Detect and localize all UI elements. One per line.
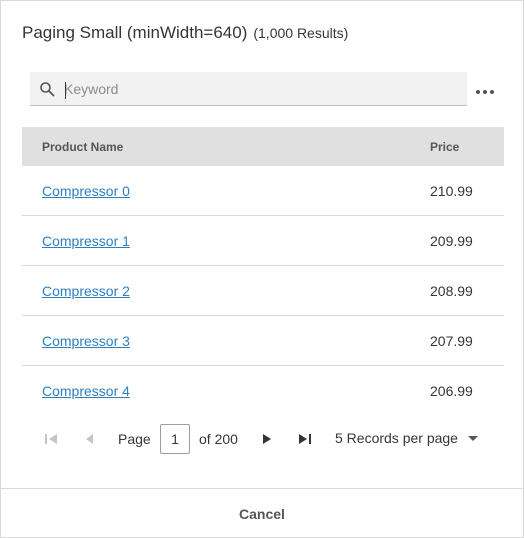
pagination: Page of 200 5 Records per page (41, 424, 481, 454)
search-bar (30, 72, 467, 106)
previous-page-button[interactable] (81, 431, 97, 447)
result-count: (1,000 Results) (253, 25, 349, 41)
table-row: Compressor 1 209.99 (22, 216, 504, 266)
product-price: 210.99 (430, 182, 473, 199)
records-per-page-select[interactable]: 5 Records per page (335, 430, 478, 446)
product-link[interactable]: Compressor 2 (42, 283, 130, 299)
table-row: Compressor 3 207.99 (22, 316, 504, 366)
product-link[interactable]: Compressor 4 (42, 383, 130, 399)
dialog-title: Paging Small (minWidth=640) (22, 23, 248, 42)
text-cursor (65, 82, 66, 99)
search-icon (30, 72, 64, 106)
dialog: Paging Small (minWidth=640) (1,000 Resul… (0, 0, 524, 538)
table-row: Compressor 0 210.99 (22, 166, 504, 216)
table-row: Compressor 4 206.99 (22, 366, 504, 416)
page-label: Page (118, 431, 151, 447)
product-table: Product Name Price Compressor 0 210.99 C… (22, 127, 504, 416)
page-number-input[interactable] (160, 424, 190, 454)
first-page-button[interactable] (43, 431, 59, 447)
product-price: 208.99 (430, 282, 473, 299)
column-header-product-name[interactable]: Product Name (42, 140, 123, 154)
table-row: Compressor 2 208.99 (22, 266, 504, 316)
first-page-icon (45, 434, 57, 444)
next-page-button[interactable] (259, 431, 275, 447)
product-price: 209.99 (430, 232, 473, 249)
previous-page-icon (86, 434, 93, 444)
total-pages-label: of 200 (199, 431, 238, 447)
last-page-icon (299, 434, 311, 444)
more-dot (490, 90, 494, 94)
records-per-page-label: 5 Records per page (335, 430, 458, 446)
more-options-button[interactable] (471, 81, 499, 103)
dialog-footer: Cancel (1, 488, 523, 538)
last-page-button[interactable] (297, 431, 313, 447)
more-dot (483, 90, 487, 94)
more-horizontal-icon (476, 90, 480, 94)
table-header: Product Name Price (22, 127, 504, 166)
product-link[interactable]: Compressor 3 (42, 333, 130, 349)
product-price: 207.99 (430, 332, 473, 349)
column-header-price[interactable]: Price (430, 140, 459, 154)
product-price: 206.99 (430, 383, 473, 399)
product-link[interactable]: Compressor 0 (42, 183, 130, 199)
dialog-header: Paging Small (minWidth=640) (1,000 Resul… (22, 23, 348, 43)
product-link[interactable]: Compressor 1 (42, 233, 130, 249)
chevron-down-icon (467, 435, 478, 441)
cancel-button[interactable]: Cancel (239, 506, 285, 522)
search-input[interactable] (64, 78, 454, 99)
next-page-icon (263, 434, 271, 444)
